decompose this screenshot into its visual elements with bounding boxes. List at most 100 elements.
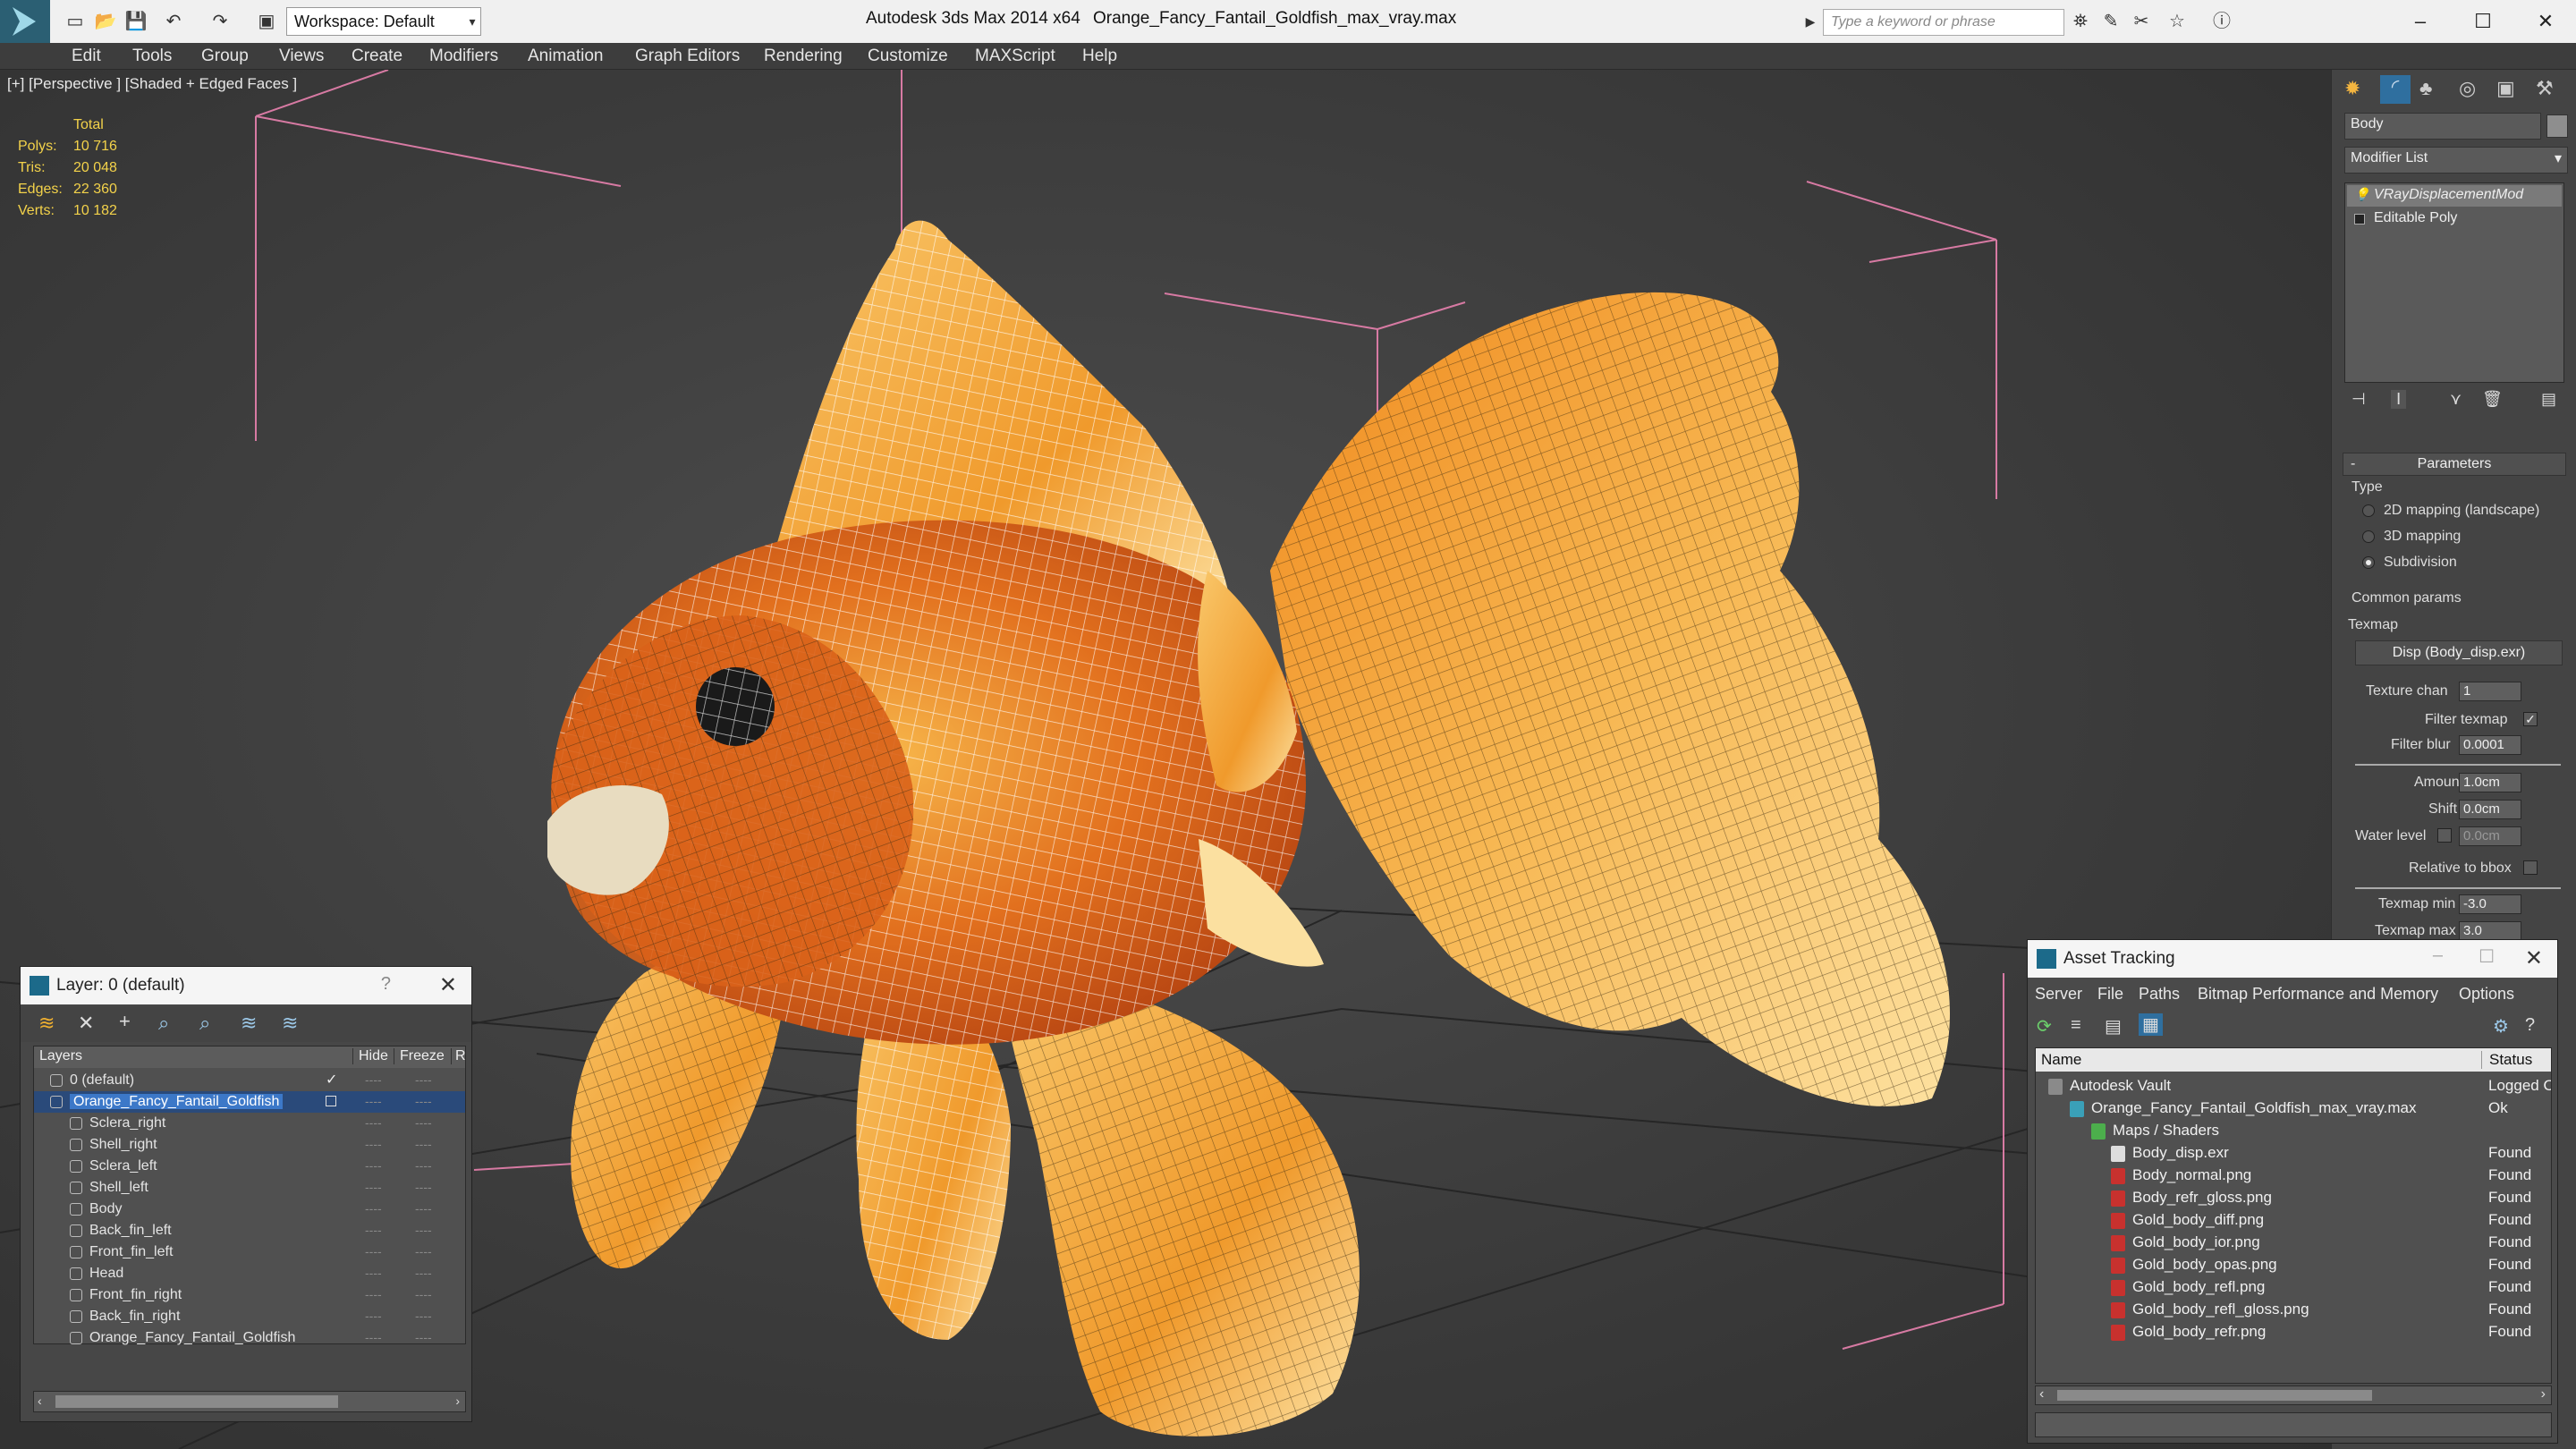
freeze-toggle[interactable]: ---- — [415, 1094, 432, 1108]
shift-spinner[interactable]: 0.0cm — [2459, 800, 2521, 819]
freeze-toggle[interactable]: ---- — [415, 1244, 432, 1258]
scrollbar-thumb[interactable] — [55, 1395, 338, 1408]
menu-customize[interactable]: Customize — [868, 47, 948, 66]
layer-row[interactable]: Sclera_left ---- ---- — [34, 1156, 465, 1177]
texmap-max-spinner[interactable]: 3.0 — [2459, 921, 2521, 941]
menu-modifiers[interactable]: Modifiers — [429, 47, 498, 66]
asset-row[interactable]: Gold_body_refl.png Found — [2036, 1276, 2551, 1300]
asset-row[interactable]: Body_refr_gloss.png Found — [2036, 1187, 2551, 1210]
hide-toggle[interactable]: ---- — [365, 1201, 382, 1216]
scroll-left-icon[interactable]: ‹ — [38, 1394, 42, 1408]
hide-toggle[interactable]: ---- — [365, 1309, 382, 1323]
asset-status-field[interactable] — [2035, 1412, 2552, 1437]
stack-item-vray-displacement[interactable]: 💡 VRayDisplacementMod — [2347, 185, 2562, 207]
viewport-label[interactable]: [+] [Perspective ] [Shaded + Edged Faces… — [7, 75, 297, 93]
asset-horizontal-scrollbar[interactable]: ‹ › — [2035, 1385, 2552, 1405]
refresh-icon[interactable]: ⟳ — [2037, 1015, 2052, 1038]
menu-animation[interactable]: Animation — [528, 47, 604, 66]
object-color-swatch[interactable] — [2546, 114, 2568, 138]
hide-toggle[interactable]: ---- — [365, 1137, 382, 1151]
open-file-icon[interactable]: 📂 — [93, 9, 118, 34]
lightbulb-icon[interactable]: 💡 — [2354, 187, 2369, 202]
make-unique-icon[interactable]: ⋎ — [2450, 390, 2462, 409]
utilities-tab-icon[interactable]: ⚒ — [2536, 77, 2554, 100]
add-to-layer-icon[interactable]: + — [119, 1010, 131, 1033]
hide-toggle[interactable]: ---- — [365, 1287, 382, 1301]
parameters-rollout[interactable]: Parameters - — [2343, 453, 2566, 476]
hide-toggle[interactable]: ---- — [365, 1223, 382, 1237]
filter-texmap-checkbox[interactable]: ✓ — [2523, 712, 2538, 726]
column-freeze[interactable]: Freeze — [394, 1048, 445, 1064]
layer-row[interactable]: Orange_Fancy_Fantail_Goldfish ---- ---- — [34, 1327, 465, 1349]
asset-row[interactable]: Body_normal.png Found — [2036, 1165, 2551, 1188]
workspace-menu-icon[interactable]: ▾ — [460, 9, 485, 34]
freeze-toggle[interactable]: ---- — [415, 1223, 432, 1237]
menu-group[interactable]: Group — [201, 47, 249, 66]
set-current-layer-icon[interactable] — [326, 1096, 336, 1106]
hide-all-icon[interactable]: ≋ — [241, 1012, 257, 1035]
show-end-result-icon[interactable]: Ⅰ — [2391, 390, 2407, 409]
configure-sets-icon[interactable]: ▤ — [2541, 390, 2556, 409]
asset-row[interactable]: Body_disp.exr Found — [2036, 1142, 2551, 1165]
delete-layer-icon[interactable]: ✕ — [78, 1012, 94, 1035]
new-file-icon[interactable]: ▭ — [63, 9, 88, 34]
subscription-icon[interactable]: ✎ — [2098, 9, 2123, 34]
motion-tab-icon[interactable]: ◎ — [2459, 77, 2476, 100]
display-tab-icon[interactable]: ▣ — [2496, 77, 2515, 100]
freeze-all-icon[interactable]: ≋ — [282, 1012, 298, 1035]
vault-login-icon[interactable]: ⚙ — [2493, 1015, 2509, 1038]
layer-window-titlebar[interactable]: Layer: 0 (default) ? ✕ — [21, 967, 471, 1004]
menu-edit[interactable]: Edit — [72, 47, 101, 66]
hide-toggle[interactable]: ---- — [365, 1094, 382, 1108]
pin-stack-icon[interactable]: ⊣ — [2351, 390, 2366, 409]
asset-window-titlebar[interactable]: Asset Tracking – ☐ ✕ — [2028, 940, 2557, 978]
asset-row[interactable]: Gold_body_refr.png Found — [2036, 1321, 2551, 1344]
asset-row[interactable]: Maps / Shaders — [2036, 1120, 2551, 1143]
grid-view-icon[interactable]: ▦ — [2139, 1013, 2163, 1036]
scroll-left-icon[interactable]: ‹ — [2039, 1386, 2044, 1402]
communication-icon[interactable]: ✂ — [2129, 9, 2154, 34]
filter-blur-spinner[interactable]: 0.0001 — [2459, 735, 2521, 755]
asset-menu-file[interactable]: File — [2097, 985, 2123, 1004]
texture-chan-spinner[interactable]: 1 — [2459, 682, 2521, 701]
column-layers[interactable]: Layers — [39, 1048, 82, 1064]
modifier-list-dropdown[interactable]: Modifier List ▾ — [2344, 147, 2568, 174]
scrollbar-thumb[interactable] — [2057, 1390, 2372, 1401]
hide-toggle[interactable]: ---- — [365, 1180, 382, 1194]
column-status[interactable]: Status — [2481, 1051, 2532, 1069]
asset-row[interactable]: Gold_body_refl_gloss.png Found — [2036, 1299, 2551, 1322]
texmap-min-spinner[interactable]: -3.0 — [2459, 894, 2521, 914]
asset-menu-bitmap[interactable]: Bitmap Performance and Memory — [2198, 985, 2438, 1004]
scroll-right-icon[interactable]: › — [455, 1394, 460, 1408]
save-icon[interactable]: 💾 — [123, 9, 148, 34]
close-icon[interactable]: ✕ — [439, 972, 457, 998]
object-name-field[interactable]: Body — [2344, 113, 2541, 140]
minimize-icon[interactable]: – — [2433, 945, 2443, 966]
hide-toggle[interactable]: ---- — [365, 1330, 382, 1344]
favorites-star-icon[interactable]: ☆ — [2165, 9, 2190, 34]
layer-row[interactable]: Back_fin_left ---- ---- — [34, 1220, 465, 1241]
list-view-icon[interactable]: ≡ — [2071, 1015, 2081, 1036]
menu-views[interactable]: Views — [279, 47, 324, 66]
search-input[interactable]: Type a keyword or phrase — [1823, 9, 2064, 36]
menu-rendering[interactable]: Rendering — [764, 47, 843, 66]
layer-row[interactable]: Head ---- ---- — [34, 1263, 465, 1284]
radio-3d-mapping[interactable] — [2362, 530, 2375, 543]
remove-modifier-icon[interactable]: 🗑 — [2482, 390, 2503, 409]
freeze-toggle[interactable]: ---- — [415, 1309, 432, 1323]
asset-row[interactable]: Gold_body_ior.png Found — [2036, 1232, 2551, 1255]
menu-tools[interactable]: Tools — [132, 47, 172, 66]
hide-toggle[interactable]: ---- — [365, 1072, 382, 1087]
water-level-checkbox[interactable] — [2437, 828, 2452, 843]
column-hide[interactable]: Hide — [352, 1048, 388, 1064]
column-name[interactable]: Name — [2041, 1051, 2081, 1069]
amount-spinner[interactable]: 1.0cm — [2459, 773, 2521, 792]
layer-row[interactable]: Shell_left ---- ---- — [34, 1177, 465, 1199]
scroll-right-icon[interactable]: › — [2541, 1386, 2546, 1402]
search-expand-icon[interactable]: ▶ — [1798, 9, 1823, 34]
layer-row[interactable]: Shell_right ---- ---- — [34, 1134, 465, 1156]
hierarchy-tab-icon[interactable]: ♣ — [2419, 77, 2432, 100]
layer-row[interactable]: Sclera_right ---- ---- — [34, 1113, 465, 1134]
freeze-toggle[interactable]: ---- — [415, 1072, 432, 1087]
menu-create[interactable]: Create — [352, 47, 402, 66]
